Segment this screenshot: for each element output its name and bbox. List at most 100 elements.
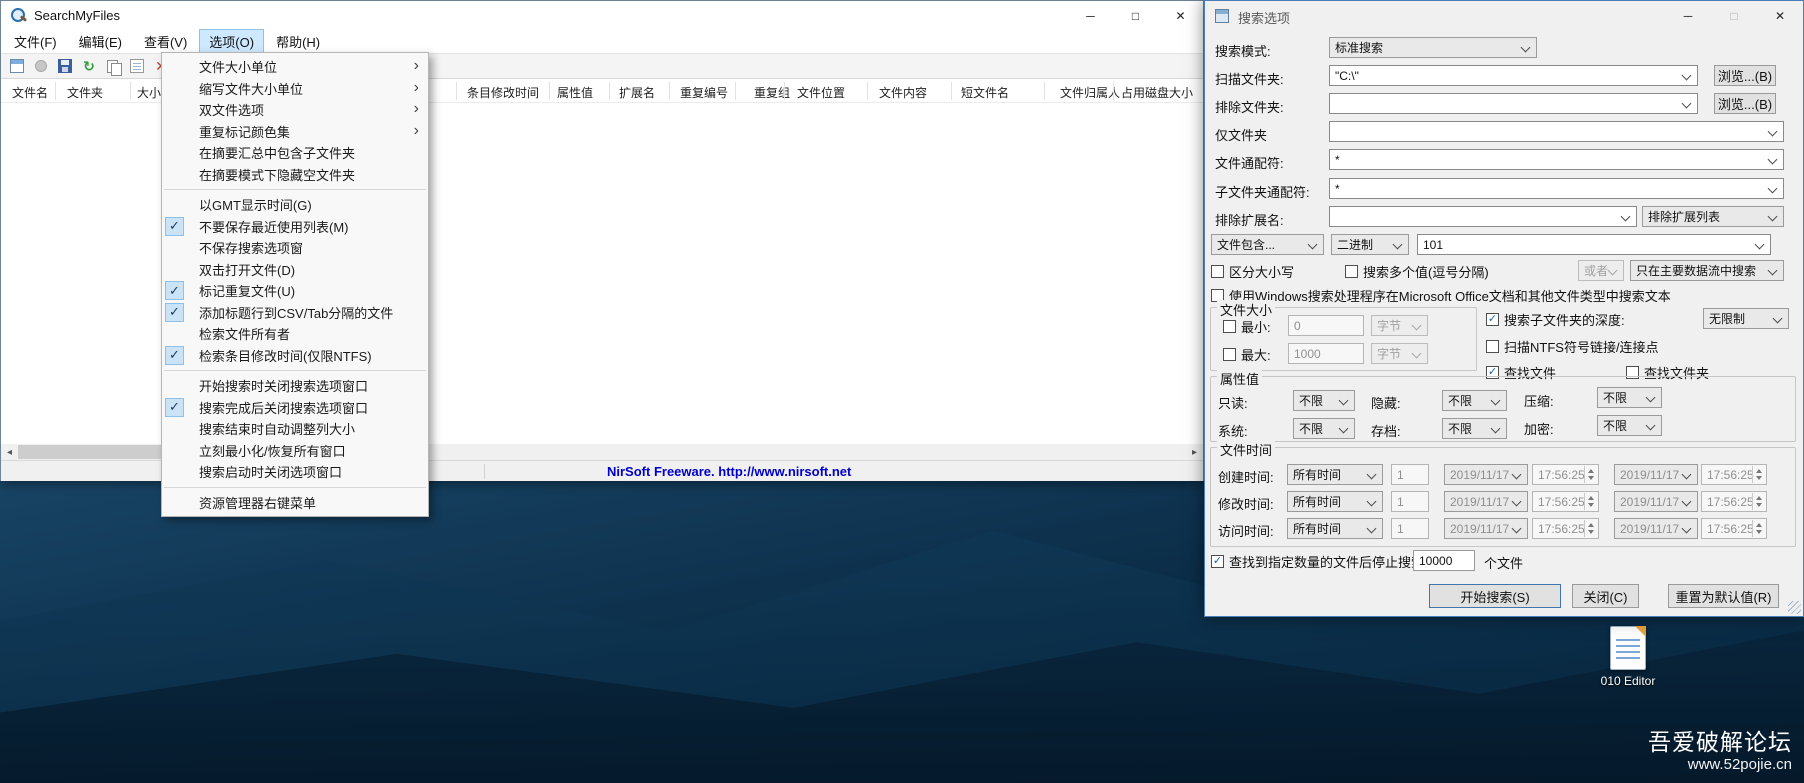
multi-values-checkbox[interactable]: 搜索多个值(逗号分隔)	[1345, 262, 1489, 281]
stop-search-icon[interactable]	[31, 56, 51, 76]
menu-item[interactable]: ✓ 添加标题行到CSV/Tab分隔的文件	[162, 302, 428, 324]
scroll-right-icon[interactable]: ▸	[1186, 444, 1203, 460]
column-header[interactable]: 文件内容	[879, 84, 927, 101]
menu-item[interactable]: 立刻最小化/恢复所有窗口	[162, 440, 428, 462]
accessed-time-num-input[interactable]: 1	[1391, 518, 1429, 539]
created-time-mode-select[interactable]: 所有时间	[1287, 464, 1383, 485]
contains-mode-select[interactable]: 文件包含...	[1211, 234, 1324, 255]
menu-item[interactable]: 开始搜索时关闭搜索选项窗口	[162, 375, 428, 397]
exclude-folder-input[interactable]	[1329, 93, 1698, 114]
only-folder-input[interactable]	[1329, 121, 1784, 142]
menu-item[interactable]: 在摘要汇总中包含子文件夹	[162, 142, 428, 164]
search-window-icon[interactable]	[7, 56, 27, 76]
modified-date-to[interactable]: 2019/11/17	[1614, 491, 1698, 512]
menu-item[interactable]: ✓ 不要保存最近使用列表(M)	[162, 216, 428, 238]
modified-date-from[interactable]: 2019/11/17	[1444, 491, 1528, 512]
subfolder-depth-select[interactable]: 无限制	[1703, 308, 1789, 329]
menu-item[interactable]: 文件大小单位 ›	[162, 56, 428, 78]
attr-hidden-select[interactable]: 不限	[1442, 390, 1507, 411]
accessed-time-to[interactable]: 17:56:25	[1701, 518, 1767, 539]
attr-readonly-select[interactable]: 不限	[1293, 390, 1355, 411]
column-header[interactable]: 文件夹	[67, 84, 103, 101]
created-date-to[interactable]: 2019/11/17	[1614, 464, 1698, 485]
menu-edit[interactable]: 编辑(E)	[69, 29, 132, 54]
spinner-icon[interactable]	[1752, 466, 1765, 483]
dialog-titlebar[interactable]: 搜索选项 ─ □ ✕	[1205, 1, 1803, 31]
refresh-icon[interactable]: ↻	[79, 56, 99, 76]
attr-archive-select[interactable]: 不限	[1442, 418, 1507, 439]
menu-item[interactable]: 双击打开文件(D)	[162, 259, 428, 281]
column-header[interactable]: 条目修改时间	[467, 84, 539, 101]
max-size-input[interactable]: 1000	[1288, 343, 1364, 364]
scroll-left-icon[interactable]: ◂	[1, 444, 18, 460]
dialog-close-button[interactable]: ✕	[1757, 1, 1803, 31]
dialog-minimize-button[interactable]: ─	[1665, 1, 1711, 31]
modified-time-mode-select[interactable]: 所有时间	[1287, 491, 1383, 512]
column-header[interactable]: 扩展名	[619, 84, 655, 101]
column-header[interactable]: 文件归属人	[1060, 84, 1120, 101]
desktop-icon-010-editor[interactable]: 010 Editor	[1592, 626, 1664, 688]
created-date-from[interactable]: 2019/11/17	[1444, 464, 1528, 485]
minimize-button[interactable]: ─	[1068, 1, 1113, 30]
spinner-icon[interactable]	[1584, 493, 1597, 510]
created-time-num-input[interactable]: 1	[1391, 464, 1429, 485]
stop-after-checkbox[interactable]: ✓ 查找到指定数量的文件后停止搜索.	[1211, 552, 1428, 571]
attr-encrypted-select[interactable]: 不限	[1597, 415, 1662, 436]
modified-time-num-input[interactable]: 1	[1391, 491, 1429, 512]
accessed-date-from[interactable]: 2019/11/17	[1444, 518, 1528, 539]
spinner-icon[interactable]	[1752, 520, 1765, 537]
max-size-checkbox[interactable]: 最大:	[1223, 345, 1271, 364]
column-header[interactable]: 属性值	[557, 84, 593, 101]
contains-type-select[interactable]: 二进制	[1331, 234, 1409, 255]
scan-folder-browse-button[interactable]: 浏览...(B)	[1714, 65, 1776, 86]
modified-time-from[interactable]: 17:56:25	[1532, 491, 1599, 512]
exclude-ext-list-select[interactable]: 排除扩展列表	[1642, 206, 1784, 227]
properties-icon[interactable]	[127, 56, 147, 76]
scan-folder-input[interactable]: "C:\"	[1329, 65, 1698, 86]
accessed-time-mode-select[interactable]: 所有时间	[1287, 518, 1383, 539]
exclude-folder-browse-button[interactable]: 浏览...(B)	[1714, 93, 1776, 114]
column-header[interactable]: 短文件名	[961, 84, 1009, 101]
stream-select[interactable]: 只在主要数据流中搜索	[1630, 260, 1784, 281]
menu-view[interactable]: 查看(V)	[134, 29, 197, 54]
menu-item[interactable]: ✓ 搜索完成后关闭搜索选项窗口	[162, 397, 428, 419]
ntfs-links-checkbox[interactable]: 扫描NTFS符号链接/连接点	[1486, 337, 1659, 356]
menu-item[interactable]: 双文件选项 ›	[162, 99, 428, 121]
attr-compressed-select[interactable]: 不限	[1597, 387, 1662, 408]
menu-item[interactable]: 检索文件所有者	[162, 323, 428, 345]
resize-grip[interactable]	[1788, 601, 1801, 614]
created-time-to[interactable]: 17:56:25	[1701, 464, 1767, 485]
min-size-input[interactable]: 0	[1288, 315, 1364, 336]
spinner-icon[interactable]	[1584, 520, 1597, 537]
accessed-date-to[interactable]: 2019/11/17	[1614, 518, 1698, 539]
menu-options[interactable]: 选项(O)	[199, 29, 265, 54]
windows-search-checkbox[interactable]: 使用Windows搜索处理程序在Microsoft Office文档和其他文件类…	[1211, 286, 1671, 305]
close-dialog-button[interactable]: 关闭(C)	[1572, 584, 1639, 608]
min-size-checkbox[interactable]: 最小:	[1223, 317, 1271, 336]
subfolder-wildcard-input[interactable]: *	[1329, 178, 1784, 199]
nirsoft-link[interactable]: NirSoft Freeware. http://www.nirsoft.net	[607, 464, 851, 479]
maximize-button[interactable]: □	[1113, 1, 1158, 30]
search-mode-select[interactable]: 标准搜索	[1329, 37, 1537, 58]
exclude-ext-input[interactable]	[1329, 206, 1637, 227]
menu-item[interactable]: ✓ 检索条目修改时间(仅限NTFS)	[162, 345, 428, 367]
modified-time-to[interactable]: 17:56:25	[1701, 491, 1767, 512]
contains-value-input[interactable]: 101	[1417, 234, 1771, 255]
menu-item[interactable]: 以GMT显示时间(G)	[162, 194, 428, 216]
case-sensitive-checkbox[interactable]: 区分大小写	[1211, 262, 1294, 281]
menu-item[interactable]: 搜索结束时自动调整列大小	[162, 418, 428, 440]
column-header[interactable]: 重复编号	[680, 84, 728, 101]
spinner-icon[interactable]	[1752, 493, 1765, 510]
reset-defaults-button[interactable]: 重置为默认值(R)	[1668, 584, 1779, 608]
start-search-button[interactable]: 开始搜索(S)	[1429, 584, 1561, 608]
column-header[interactable]: 文件名	[12, 84, 48, 101]
wildcard-input[interactable]: *	[1329, 149, 1784, 170]
menu-item[interactable]: 资源管理器右键菜单	[162, 492, 428, 514]
menu-item[interactable]: 缩写文件大小单位 ›	[162, 78, 428, 100]
subfolder-depth-checkbox[interactable]: ✓ 搜索子文件夹的深度:	[1486, 310, 1625, 329]
close-button[interactable]: ✕	[1158, 1, 1203, 30]
menu-file[interactable]: 文件(F)	[4, 29, 67, 54]
column-header[interactable]: 大小	[137, 84, 161, 101]
attr-system-select[interactable]: 不限	[1293, 418, 1355, 439]
copy-icon[interactable]	[103, 56, 123, 76]
